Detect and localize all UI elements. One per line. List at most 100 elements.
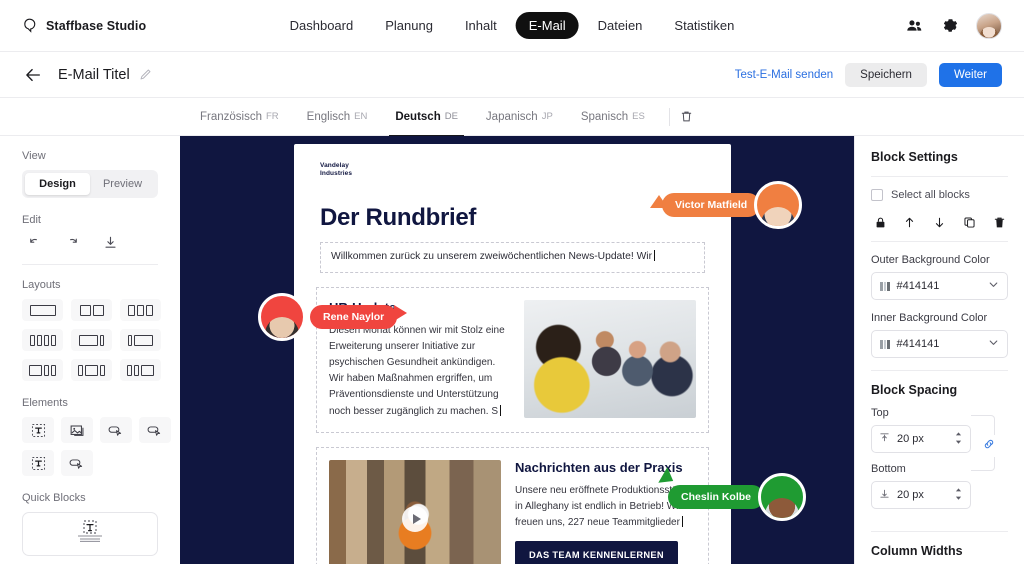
back-arrow-icon[interactable] — [22, 64, 44, 86]
intro-text-block[interactable]: Willkommen zurück zu unserem zweiwöchent… — [320, 242, 705, 273]
collaborator-cheslin-kolbe[interactable]: Cheslin Kolbe — [658, 467, 807, 521]
view-toggle: Design Preview — [22, 170, 158, 198]
lang-name-jp: Japanisch — [485, 110, 538, 123]
spacing-bottom-field[interactable]: 20 px — [871, 481, 971, 509]
nav-dashboard[interactable]: Dashboard — [277, 12, 367, 39]
chevron-down-icon[interactable] — [988, 337, 999, 351]
spacing-top-icon — [879, 432, 890, 446]
nav-inhalt[interactable]: Inhalt — [452, 12, 510, 39]
lang-code-en: EN — [354, 111, 368, 122]
collaborator-avatar-rene — [258, 293, 306, 341]
image-element-icon[interactable] — [61, 417, 93, 443]
send-test-email-link[interactable]: Test-E-Mail senden — [735, 69, 833, 81]
chevron-down-icon[interactable] — [988, 279, 999, 293]
office-team-photo[interactable] — [524, 299, 696, 418]
undo-icon[interactable] — [26, 234, 42, 250]
layout-3-column[interactable] — [120, 299, 161, 321]
quick-block-item[interactable] — [22, 512, 158, 556]
nav-email[interactable]: E-Mail — [515, 12, 579, 39]
layout-2-column[interactable] — [71, 299, 112, 321]
logo-line-2: Industries — [320, 170, 353, 178]
spacing-bottom-icon — [879, 488, 890, 502]
nav-dateien[interactable]: Dateien — [585, 12, 656, 39]
layout-narrow-wide-narrow[interactable] — [71, 359, 112, 381]
lang-tab-de[interactable]: Deutsch DE — [381, 98, 472, 137]
select-all-blocks-row[interactable]: Select all blocks — [871, 189, 1008, 201]
color-swatch-icon — [880, 281, 890, 291]
select-all-label: Select all blocks — [891, 189, 970, 201]
button-element-icon[interactable] — [100, 417, 132, 443]
trash-icon[interactable] — [676, 106, 698, 128]
quick-blocks-section-label: Quick Blocks — [22, 492, 86, 504]
outer-bg-value: #414141 — [896, 280, 940, 292]
gear-icon[interactable] — [940, 16, 960, 36]
top-right-actions — [904, 12, 1002, 39]
collaborator-victor-matfield[interactable]: Victor Matfield — [650, 181, 803, 229]
lock-icon[interactable] — [873, 215, 887, 229]
people-icon[interactable] — [904, 16, 924, 36]
email-canvas[interactable]: Vandelay Industries Der Rundbrief Willko… — [180, 136, 854, 564]
spacing-top-stepper[interactable] — [954, 431, 963, 448]
spacing-bottom-value: 20 px — [897, 489, 924, 501]
link-icon[interactable] — [983, 435, 995, 457]
delete-icon[interactable] — [992, 215, 1006, 229]
play-icon[interactable] — [402, 505, 428, 532]
button-element-icon-2[interactable] — [139, 417, 171, 443]
divider — [871, 531, 1008, 532]
button-element-icon-3[interactable] — [61, 450, 93, 476]
lang-tab-jp[interactable]: Japanisch JP — [472, 98, 567, 136]
next-button[interactable]: Weiter — [938, 62, 1002, 87]
divider — [668, 107, 670, 126]
layouts-grid — [22, 299, 161, 381]
layout-1-column[interactable] — [22, 299, 63, 321]
praxis-cta-button[interactable]: DAS TEAM KENNENLERNEN — [515, 541, 678, 564]
move-up-icon[interactable] — [903, 215, 917, 229]
nav-planung[interactable]: Planung — [372, 12, 446, 39]
layout-wide-narrow-narrow[interactable] — [22, 359, 63, 381]
user-avatar[interactable] — [976, 12, 1002, 39]
pencil-icon[interactable] — [139, 68, 152, 81]
text-element-icon[interactable] — [22, 417, 54, 443]
select-all-checkbox[interactable] — [871, 189, 883, 201]
spacing-bottom-stepper[interactable] — [954, 487, 963, 504]
color-swatch-icon — [880, 339, 890, 349]
edit-actions — [22, 234, 158, 250]
top-navigation-bar: Staffbase Studio Dashboard Planung Inhal… — [0, 0, 1024, 52]
divider — [871, 370, 1008, 371]
email-editor-app: Staffbase Studio Dashboard Planung Inhal… — [0, 0, 1024, 564]
layout-wide-narrow[interactable] — [71, 329, 112, 351]
inner-bg-value: #414141 — [896, 338, 940, 350]
lang-tab-en[interactable]: Englisch EN — [293, 98, 382, 136]
logo-line-1: Vandelay — [320, 162, 349, 169]
duplicate-icon[interactable] — [962, 215, 976, 229]
view-option-design[interactable]: Design — [25, 173, 90, 195]
download-icon[interactable] — [102, 234, 118, 250]
block-tools — [871, 215, 1008, 229]
warehouse-worker-video[interactable] — [329, 459, 501, 564]
nav-statistiken[interactable]: Statistiken — [661, 12, 747, 39]
outer-bg-label: Outer Background Color — [871, 254, 990, 266]
email-headline: Der Rundbrief — [320, 204, 477, 232]
praxis-block[interactable]: Nachrichten aus der Praxis Unsere neu er… — [316, 446, 709, 564]
text-element-icon-2[interactable] — [22, 450, 54, 476]
text-caret — [500, 404, 501, 416]
redo-icon[interactable] — [64, 234, 80, 250]
spacing-top-value: 20 px — [897, 433, 924, 445]
lang-tab-fr[interactable]: Französisch FR — [186, 98, 293, 136]
collaborator-rene-naylor[interactable]: Rene Naylor — [258, 293, 408, 341]
language-tabs: Französisch FR Englisch EN Deutsch DE Ja… — [0, 98, 1024, 137]
move-down-icon[interactable] — [933, 215, 947, 229]
layout-narrow-wide[interactable] — [120, 329, 161, 351]
outer-bg-color-field[interactable]: #414141 — [871, 272, 1008, 300]
divider — [22, 264, 158, 265]
spacing-top-field[interactable]: 20 px — [871, 425, 971, 453]
save-button[interactable]: Speichern — [845, 62, 927, 87]
inner-bg-color-field[interactable]: #414141 — [871, 330, 1008, 358]
view-option-preview[interactable]: Preview — [90, 173, 155, 195]
collaborator-label-cheslin: Cheslin Kolbe — [668, 485, 765, 509]
layout-narrow-narrow-wide[interactable] — [120, 359, 161, 381]
block-settings-title: Block Settings — [871, 150, 958, 164]
lang-tab-es[interactable]: Spanisch ES — [567, 98, 659, 136]
layout-4-column[interactable] — [22, 329, 63, 351]
lang-code-jp: JP — [541, 111, 553, 122]
